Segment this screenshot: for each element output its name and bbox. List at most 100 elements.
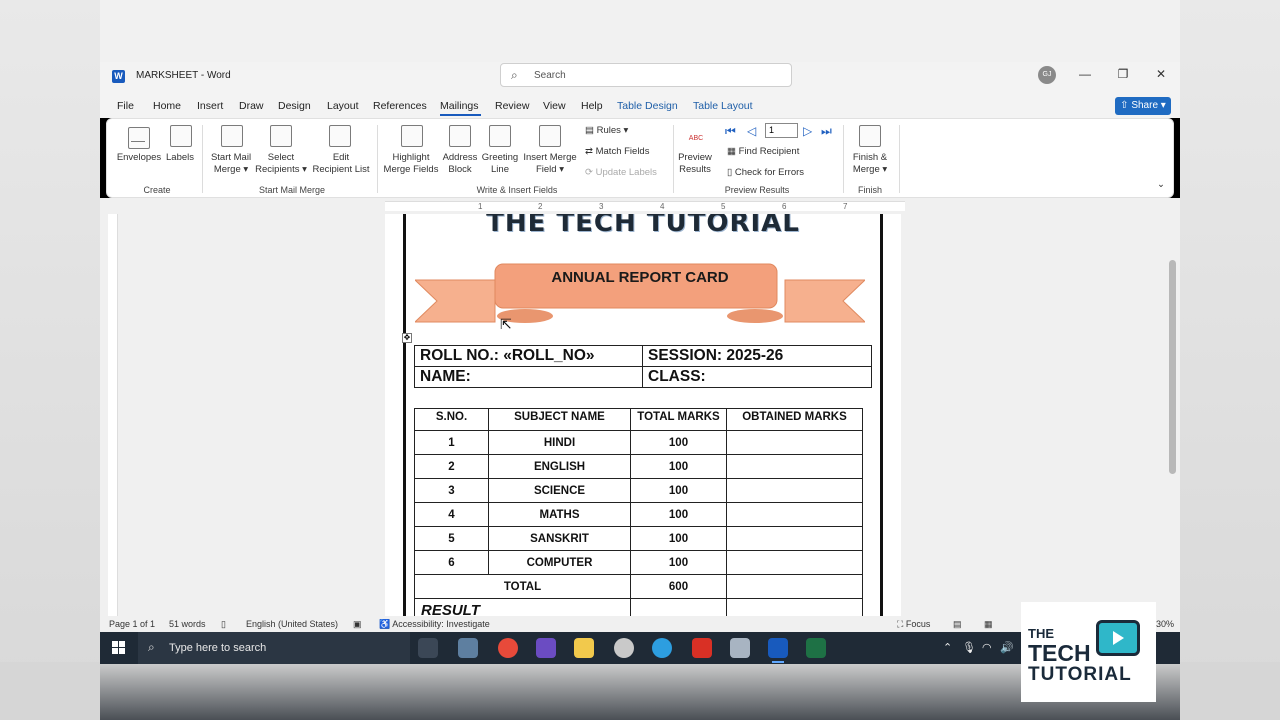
table-cell[interactable]: SANSKRIT: [488, 526, 631, 551]
table-cell[interactable]: 4: [414, 502, 489, 527]
page-count[interactable]: Page 1 of 1: [109, 619, 155, 629]
update-labels-button[interactable]: ⟳ Update Labels: [585, 167, 657, 178]
proofing-icon[interactable]: ▯: [221, 619, 226, 630]
highlight-merge-fields-button[interactable]: Highlight Merge Fields: [381, 152, 441, 176]
last-record-icon[interactable]: ⏭: [821, 124, 832, 139]
table-cell[interactable]: 6: [414, 550, 489, 575]
avatar[interactable]: GJ: [1038, 66, 1056, 84]
vertical-scrollbar[interactable]: [1166, 214, 1180, 616]
table-cell[interactable]: 3: [414, 478, 489, 503]
file-explorer-icon[interactable]: [574, 638, 594, 658]
table-cell[interactable]: MATHS: [488, 502, 631, 527]
table-cell[interactable]: 5: [414, 526, 489, 551]
class-cell[interactable]: CLASS:: [642, 366, 872, 388]
total-value-cell[interactable]: 600: [630, 574, 727, 599]
table-cell[interactable]: 1: [414, 430, 489, 455]
name-cell[interactable]: NAME:: [414, 366, 643, 388]
scrollbar-thumb[interactable]: [1169, 260, 1176, 474]
roll-number-cell[interactable]: ROLL NO.: «ROLL_NO»: [414, 345, 643, 367]
table-header[interactable]: SUBJECT NAME: [488, 408, 631, 431]
table-cell[interactable]: [726, 502, 863, 527]
table-cell[interactable]: 100: [630, 526, 727, 551]
tab-mailings[interactable]: Mailings: [440, 100, 479, 112]
language-indicator[interactable]: English (United States): [246, 619, 338, 629]
app-icon[interactable]: [730, 638, 750, 658]
table-cell[interactable]: SCIENCE: [488, 478, 631, 503]
finish-merge-button[interactable]: Finish & Merge ▾: [845, 152, 895, 176]
table-cell[interactable]: 2: [414, 454, 489, 479]
print-layout-icon[interactable]: ▦: [984, 619, 993, 630]
table-header[interactable]: TOTAL MARKS: [630, 408, 727, 431]
table-cell[interactable]: COMPUTER: [488, 550, 631, 575]
chrome-icon[interactable]: [498, 638, 518, 658]
start-mail-merge-button[interactable]: Start Mail Merge ▾: [206, 152, 256, 176]
minimize-button[interactable]: —: [1075, 67, 1095, 81]
table-cell[interactable]: 100: [630, 502, 727, 527]
envelopes-button[interactable]: Envelopes: [115, 152, 163, 164]
zoom-level[interactable]: 30%: [1156, 619, 1174, 629]
word-count[interactable]: 51 words: [169, 619, 206, 629]
tray-chevron-icon[interactable]: ⌃: [943, 641, 952, 654]
tab-layout[interactable]: Layout: [327, 100, 359, 112]
accessibility-indicator[interactable]: ♿ Accessibility: Investigate: [379, 619, 490, 630]
previous-record-icon[interactable]: ◁: [747, 124, 756, 138]
table-cell[interactable]: ENGLISH: [488, 454, 631, 479]
windows-start-icon[interactable]: [112, 641, 126, 655]
select-recipients-button[interactable]: Select Recipients ▾: [253, 152, 309, 176]
ribbon-collapse-icon[interactable]: ⌄: [1157, 179, 1165, 190]
total-label-cell[interactable]: TOTAL: [414, 574, 631, 599]
tab-home[interactable]: Home: [153, 100, 181, 112]
table-header[interactable]: S.NO.: [414, 408, 489, 431]
table-cell[interactable]: 100: [630, 430, 727, 455]
focus-button[interactable]: ⛶ Focus: [897, 619, 930, 630]
tab-view[interactable]: View: [543, 100, 566, 112]
table-cell[interactable]: [726, 430, 863, 455]
tab-table-layout[interactable]: Table Layout: [693, 100, 753, 112]
total-obtained-cell[interactable]: [726, 574, 863, 599]
table-cell[interactable]: [726, 454, 863, 479]
table-cell[interactable]: 100: [630, 550, 727, 575]
insert-merge-field-button[interactable]: Insert Merge Field ▾: [521, 152, 579, 176]
share-button[interactable]: ⇧ Share ▾: [1115, 97, 1171, 115]
task-view-icon[interactable]: [418, 638, 438, 658]
macro-icon[interactable]: ▣: [353, 619, 362, 630]
table-cell[interactable]: [630, 598, 727, 616]
next-record-icon[interactable]: ▷: [803, 124, 812, 138]
word-taskbar-icon[interactable]: [768, 638, 788, 663]
rules-button[interactable]: ▤ Rules ▾: [585, 125, 628, 136]
read-mode-icon[interactable]: ▤: [953, 619, 962, 630]
table-cell[interactable]: HINDI: [488, 430, 631, 455]
tab-design[interactable]: Design: [278, 100, 311, 112]
search-input[interactable]: ⌕ Search: [500, 63, 792, 87]
volume-icon[interactable]: 🔊: [1000, 641, 1014, 654]
preview-results-button[interactable]: Preview Results: [673, 152, 717, 176]
table-move-handle-icon[interactable]: ✥: [402, 333, 412, 343]
tab-help[interactable]: Help: [581, 100, 603, 112]
app-icon[interactable]: [614, 638, 634, 658]
document-page[interactable]: THE TECH TUTORIAL ANNUAL REPORT CARD ROL…: [385, 214, 901, 616]
tab-table-design[interactable]: Table Design: [617, 100, 678, 112]
match-fields-button[interactable]: ⇄ Match Fields: [585, 146, 649, 157]
table-cell[interactable]: 100: [630, 454, 727, 479]
first-record-icon[interactable]: ⏮: [725, 124, 736, 139]
restore-button[interactable]: ❐: [1113, 67, 1133, 81]
edit-recipient-list-button[interactable]: Edit Recipient List: [310, 152, 372, 176]
taskbar-search-input[interactable]: ⌕ Type here to search: [138, 632, 410, 664]
edge-icon[interactable]: [652, 638, 672, 658]
tab-insert[interactable]: Insert: [197, 100, 223, 112]
close-button[interactable]: ✕: [1151, 67, 1171, 81]
result-label-cell[interactable]: RESULT: [414, 598, 631, 616]
labels-button[interactable]: Labels: [162, 152, 198, 164]
tab-file[interactable]: File: [117, 100, 134, 112]
excel-icon[interactable]: [806, 638, 826, 658]
table-header[interactable]: OBTAINED MARKS: [726, 408, 863, 431]
table-cell[interactable]: [726, 550, 863, 575]
tab-draw[interactable]: Draw: [239, 100, 264, 112]
find-recipient-button[interactable]: ▦ Find Recipient: [727, 146, 799, 157]
table-cell[interactable]: [726, 478, 863, 503]
tab-references[interactable]: References: [373, 100, 427, 112]
greeting-line-button[interactable]: Greeting Line: [479, 152, 521, 176]
wifi-icon[interactable]: ◠: [982, 641, 992, 654]
table-cell[interactable]: [726, 598, 863, 616]
check-errors-button[interactable]: ▯ Check for Errors: [727, 167, 804, 178]
